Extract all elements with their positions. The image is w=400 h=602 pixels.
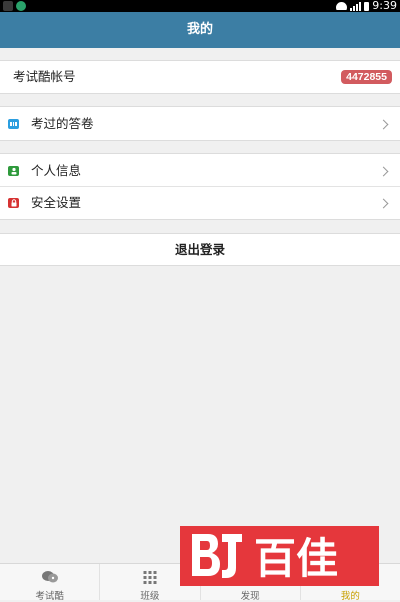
- menu-item-label: 考过的答卷: [31, 116, 94, 131]
- chevron-right-icon: [378, 119, 389, 130]
- signal-icon: [350, 1, 362, 11]
- account-label: 考试酷帐号: [13, 69, 76, 84]
- chat-bubble-icon: [41, 569, 58, 588]
- lock-icon: [8, 198, 19, 208]
- chevron-right-icon: [378, 198, 389, 209]
- notification-icon: [3, 1, 13, 11]
- menu-item-profile[interactable]: 个人信息: [0, 153, 400, 187]
- logout-button[interactable]: 退出登录: [0, 233, 400, 266]
- battery-icon: [364, 1, 370, 11]
- menu-item-label: 安全设置: [31, 195, 82, 210]
- grid-icon: [143, 569, 157, 588]
- watermark-text: 百佳: [254, 534, 338, 583]
- app-notification-icon: [16, 1, 26, 11]
- menu-item-label: 个人信息: [31, 163, 82, 178]
- page-title: 我的: [0, 12, 400, 48]
- person-icon: [8, 166, 19, 176]
- answer-sheet-icon: [8, 119, 19, 129]
- chevron-right-icon: [378, 166, 389, 177]
- wifi-icon: [336, 2, 347, 10]
- menu-item-answered-papers[interactable]: 考过的答卷: [0, 106, 400, 141]
- status-time: 9:39: [372, 0, 397, 12]
- account-number-badge: 4472855: [341, 70, 392, 84]
- watermark-logo: 百佳: [180, 526, 379, 586]
- account-row: 考试酷帐号 4472855: [0, 60, 400, 94]
- status-bar: 9:39: [0, 0, 400, 12]
- menu-item-security[interactable]: 安全设置: [0, 187, 400, 220]
- tab-kaoshiku[interactable]: 考试酷: [0, 564, 101, 602]
